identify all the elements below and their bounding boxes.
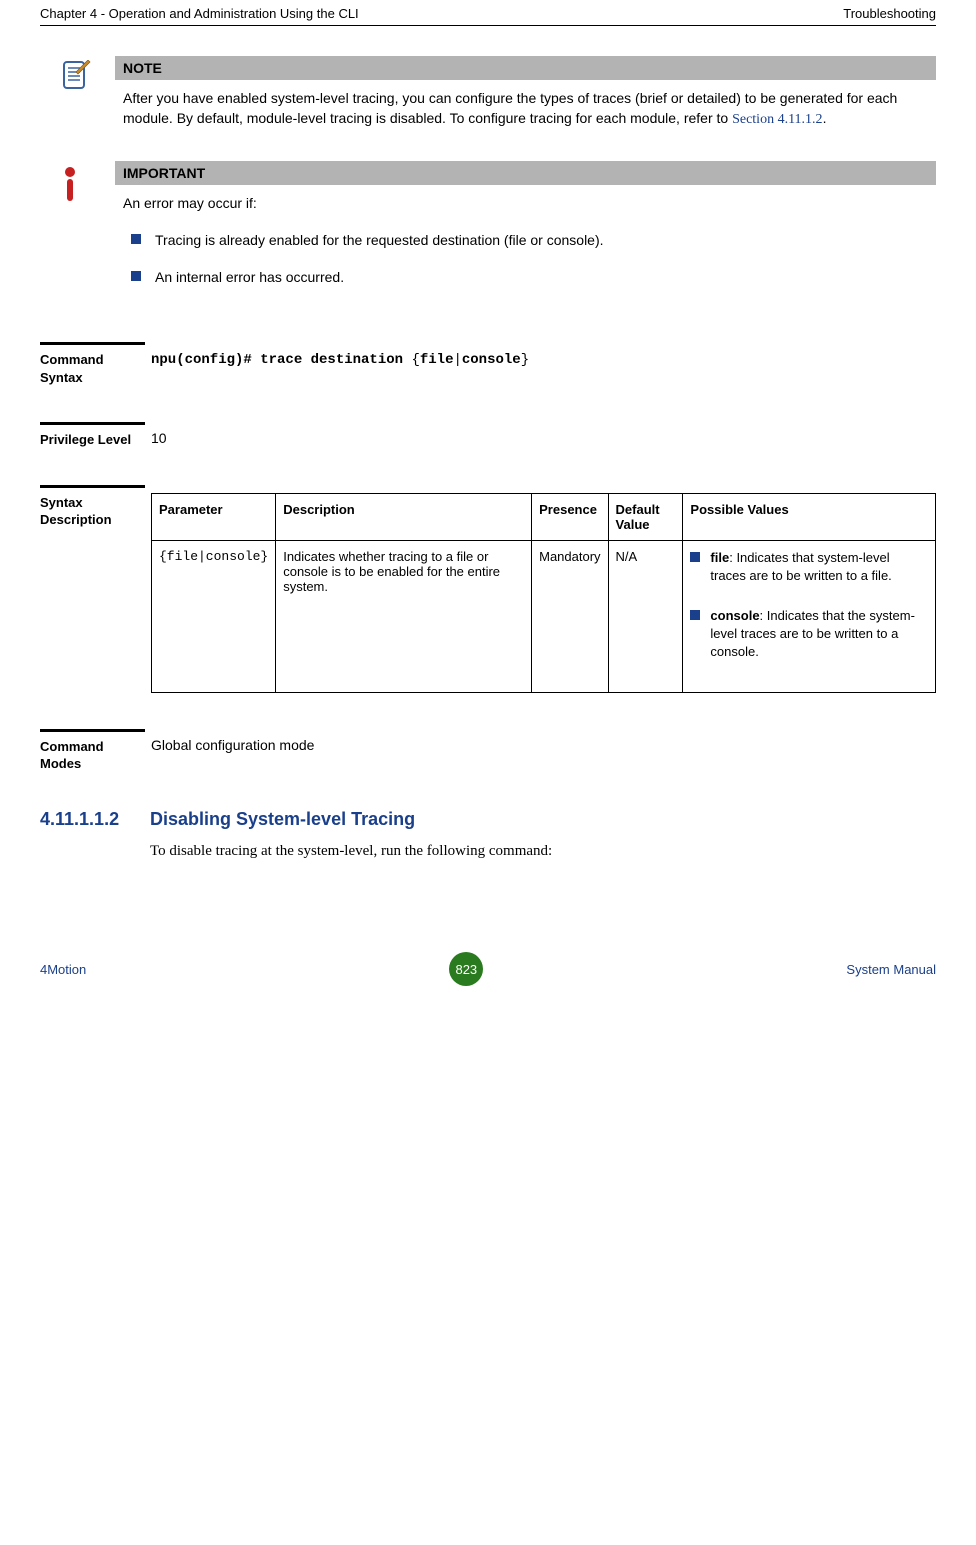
table-row: {file|console} Indicates whether tracing…: [152, 540, 936, 692]
note-text: After you have enabled system-level trac…: [115, 80, 936, 131]
syntax-table: Parameter Description Presence Default V…: [151, 493, 936, 693]
important-icon: [60, 161, 115, 306]
header-rule: [40, 25, 936, 26]
subsection-title: Disabling System-level Tracing: [150, 809, 415, 830]
command-syntax-option: console: [462, 352, 521, 368]
important-intro: An error may occur if:: [123, 193, 928, 213]
section-link[interactable]: Section 4.11.1.2: [732, 112, 822, 127]
footer-left: 4Motion: [40, 962, 86, 977]
list-item: console: Indicates that the system-level…: [690, 607, 928, 662]
privilege-level-value: 10: [151, 430, 167, 446]
header-right: Troubleshooting: [843, 6, 936, 21]
table-header-row: Parameter Description Presence Default V…: [152, 493, 936, 540]
command-modes-label: Command Modes: [40, 738, 145, 773]
col-presence: Presence: [532, 493, 608, 540]
page-number-badge: 823: [449, 952, 483, 986]
bullet-text: An internal error has occurred.: [155, 268, 344, 288]
pv-rest: : Indicates that system-level traces are…: [710, 550, 891, 583]
command-syntax-section: Command Syntax npu(config)# trace destin…: [40, 342, 936, 386]
privilege-level-section: Privilege Level 10: [40, 422, 936, 449]
pv-bold: file: [710, 550, 729, 565]
note-block: NOTE After you have enabled system-level…: [40, 56, 936, 131]
bullet-text: Tracing is already enabled for the reque…: [155, 231, 604, 251]
command-modes-value: Global configuration mode: [151, 737, 314, 753]
header-left: Chapter 4 - Operation and Administration…: [40, 6, 359, 21]
cell-presence: Mandatory: [532, 540, 608, 692]
subsection-number: 4.11.1.1.2: [40, 809, 150, 830]
command-modes-section: Command Modes Global configuration mode: [40, 729, 936, 773]
square-bullet-icon: [131, 271, 141, 281]
page-footer: 4Motion 823 System Manual: [0, 952, 976, 986]
square-bullet-icon: [131, 234, 141, 244]
cell-possible-values: file: Indicates that system-level traces…: [683, 540, 936, 692]
command-syntax-label: Command Syntax: [40, 351, 145, 386]
col-default-value: Default Value: [608, 493, 683, 540]
syntax-description-section: Syntax Description Parameter Description…: [40, 485, 936, 693]
syntax-description-label: Syntax Description: [40, 494, 145, 529]
subsection-heading: 4.11.1.1.2 Disabling System-level Tracin…: [40, 809, 936, 830]
privilege-level-label: Privilege Level: [40, 431, 145, 449]
page-header: Chapter 4 - Operation and Administration…: [40, 0, 936, 25]
command-syntax-value: npu(config)# trace destination: [151, 352, 411, 368]
subsection-body: To disable tracing at the system-level, …: [40, 840, 936, 863]
col-possible-values: Possible Values: [683, 493, 936, 540]
note-icon: [60, 56, 115, 131]
footer-right: System Manual: [846, 962, 936, 977]
important-bullet-list: Tracing is already enabled for the reque…: [131, 231, 928, 288]
pv-bold: console: [710, 608, 759, 623]
important-title: IMPORTANT: [115, 161, 936, 185]
command-syntax-option: file: [420, 352, 454, 368]
col-description: Description: [276, 493, 532, 540]
cell-parameter: {file|console}: [152, 540, 276, 692]
square-bullet-icon: [690, 552, 700, 562]
list-item: An internal error has occurred.: [131, 268, 928, 288]
list-item: Tracing is already enabled for the reque…: [131, 231, 928, 251]
square-bullet-icon: [690, 610, 700, 620]
note-text-after: .: [823, 110, 827, 126]
important-block: IMPORTANT An error may occur if: Tracing…: [40, 161, 936, 306]
cell-description: Indicates whether tracing to a file or c…: [276, 540, 532, 692]
note-title: NOTE: [115, 56, 936, 80]
cell-default-value: N/A: [608, 540, 683, 692]
list-item: file: Indicates that system-level traces…: [690, 549, 928, 585]
col-parameter: Parameter: [152, 493, 276, 540]
